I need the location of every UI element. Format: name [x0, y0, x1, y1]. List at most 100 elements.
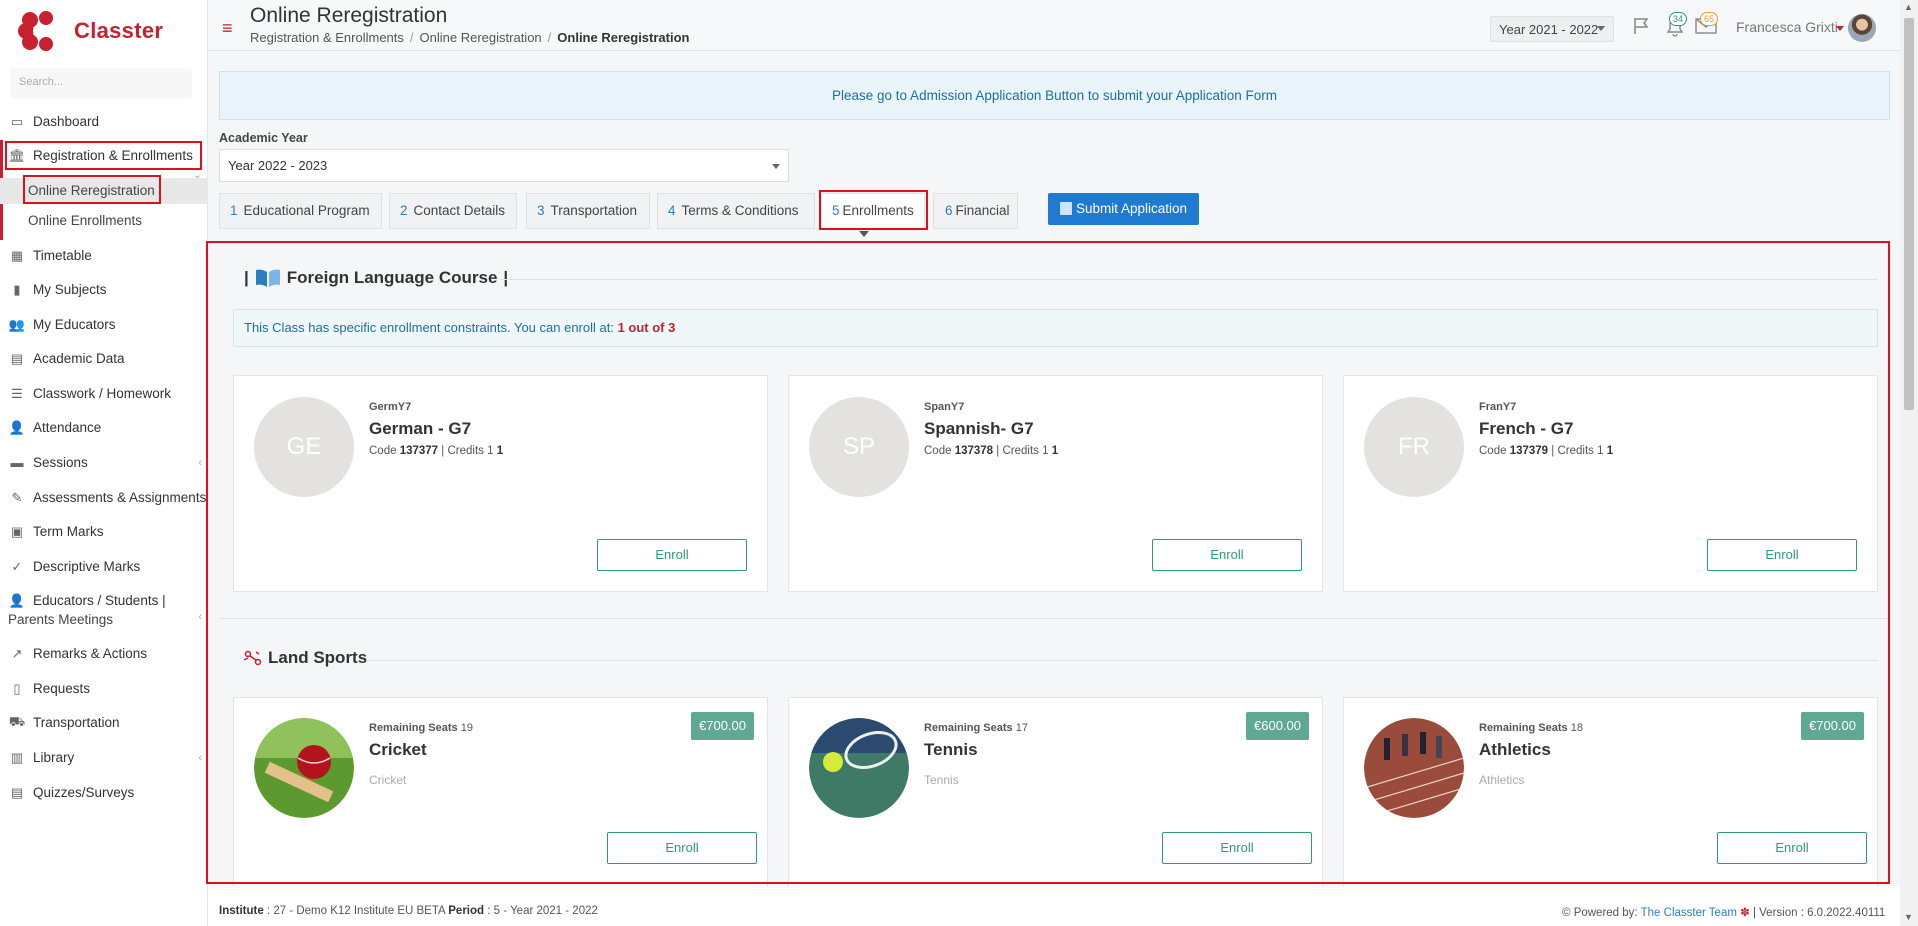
classter-logo-icon: [18, 11, 53, 51]
remarks-icon: ↗: [11, 645, 23, 661]
course-meta: Code 137378 | Credits 1 1: [924, 445, 1059, 457]
activity-card-cricket: Remaining Seats 19 Cricket Cricket €700.…: [233, 697, 768, 897]
course-meta: Code 137377 | Credits 1 1: [369, 445, 504, 457]
classter-team-link[interactable]: The Classter Team: [1641, 907, 1737, 919]
flag-icon[interactable]: [1632, 16, 1652, 36]
tab-financial[interactable]: 6 Financial: [933, 193, 1018, 229]
open-book-icon: [255, 269, 280, 287]
sidebar-item-academic-data[interactable]: ▤ Academic Data: [0, 350, 208, 367]
sidebar-item-transportation[interactable]: ⛟ Transportation: [0, 713, 208, 731]
sidebar-item-attendance[interactable]: 👤 Attendance: [0, 420, 208, 436]
divider: [366, 660, 1878, 661]
activity-name: Athletics: [1479, 740, 1551, 759]
copyright-icon: ©: [1562, 907, 1571, 919]
enroll-button[interactable]: Enroll: [1162, 832, 1312, 864]
caret-down-icon: [772, 164, 780, 169]
scroll-down-icon[interactable]: ▼: [1904, 912, 1913, 922]
bus-icon: ⛟: [8, 713, 26, 729]
list-icon: ☰: [11, 385, 23, 401]
sidebar-item-remarks[interactable]: ↗ Remarks & Actions: [0, 645, 208, 662]
sidebar-item-timetable[interactable]: ▦ Timetable: [0, 248, 208, 264]
enroll-button[interactable]: Enroll: [1152, 539, 1302, 571]
enrollment-constraint-notice: This Class has specific enrollment const…: [233, 309, 1878, 347]
sidebar-item-online-reregistration[interactable]: Online Reregistration: [0, 178, 208, 204]
course-meta: Code 137379 | Credits 1 1: [1479, 445, 1614, 457]
sports-icon: [243, 650, 262, 666]
users-icon: 👥: [8, 316, 26, 332]
book-icon: ▮: [13, 281, 21, 297]
enroll-button[interactable]: Enroll: [597, 539, 747, 571]
sidebar-item-descriptive-marks[interactable]: ✓ Descriptive Marks: [0, 558, 208, 575]
tab-enrollments[interactable]: 5 Enrollments: [821, 193, 925, 229]
academic-year-select[interactable]: Year 2022 - 2023: [219, 149, 789, 182]
price-badge: €700.00: [1801, 712, 1864, 740]
scroll-up-icon[interactable]: ▲: [1904, 2, 1913, 12]
cricket-image: [254, 718, 354, 818]
document-icon: ▯: [13, 680, 21, 696]
sidebar-item-assessments[interactable]: ✎ Assessments & Assignments: [0, 490, 208, 506]
footer-version: © Powered by: The Classter Team ✽ | Vers…: [1562, 907, 1886, 919]
enroll-button[interactable]: Enroll: [1717, 832, 1867, 864]
user-name[interactable]: Francesca Grixti: [1736, 19, 1838, 35]
breadcrumb-item[interactable]: Online Reregistration: [420, 30, 542, 45]
breadcrumb-item[interactable]: Registration & Enrollments: [250, 30, 404, 45]
sidebar-item-meetings[interactable]: 👤 Educators / Students | ‹: [0, 592, 208, 624]
institution-icon: 🏛: [8, 147, 26, 163]
sidebar-item-my-subjects[interactable]: ▮ My Subjects: [0, 281, 208, 298]
sidebar-item-term-marks[interactable]: ▣ Term Marks: [0, 524, 208, 540]
laptop-icon: ▭: [10, 113, 24, 129]
sidebar-item-quizzes[interactable]: ▤ Quizzes/Surveys: [0, 785, 208, 801]
chevron-left-icon: ‹: [198, 751, 202, 764]
price-badge: €700.00: [691, 712, 754, 740]
scrollbar-thumb[interactable]: [1904, 18, 1914, 410]
divider: [500, 279, 1878, 280]
activity-name: Cricket: [369, 740, 427, 759]
marks-icon: ✓: [11, 558, 23, 574]
remaining-seats: Remaining Seats 17: [924, 722, 1028, 734]
sidebar-item-meetings-line2[interactable]: Parents Meetings: [0, 611, 208, 629]
caret-down-icon: [1597, 26, 1605, 31]
user-caret-icon[interactable]: [1836, 26, 1844, 31]
classter-small-icon: ✽: [1740, 907, 1750, 919]
sidebar: Classter Search... ▭ Dashboard 🏛 Registrat…: [0, 0, 208, 926]
tab-educational-program[interactable]: 1 Educational Program: [219, 193, 382, 229]
hamburger-menu-icon[interactable]: ≡: [222, 19, 233, 37]
sidebar-item-my-educators[interactable]: 👥 My Educators: [0, 316, 208, 333]
activity-name: Tennis: [924, 740, 978, 759]
search-input[interactable]: Search...: [10, 68, 192, 98]
course-initials-avatar: GE: [254, 397, 354, 497]
academic-year-label: Academic Year: [219, 131, 308, 145]
breadcrumb: Registration & Enrollments / Online Reregi…: [250, 30, 690, 45]
footer-info: Institute : 27 - Demo K12 Institute EU B…: [219, 905, 598, 917]
chart-icon: ▤: [10, 350, 24, 366]
enroll-button[interactable]: Enroll: [1707, 539, 1857, 571]
classter-logo[interactable]: Classter: [18, 8, 163, 54]
sidebar-item-registration[interactable]: 🏛 Registration & Enrollments ⌄: [0, 147, 208, 182]
tab-transportation[interactable]: 3 Transportation: [526, 193, 650, 229]
meeting-icon: 👤: [8, 592, 26, 608]
chevron-left-icon: ‹: [198, 456, 202, 469]
course-card-spanish: SP SpanY7 Spannish- G7 Code 137378 | Cre…: [788, 375, 1323, 592]
active-tab-indicator: [859, 231, 869, 237]
sidebar-item-classwork[interactable]: ☰ Classwork / Homework: [0, 385, 208, 402]
submit-application-button[interactable]: Submit Application: [1048, 193, 1199, 225]
sidebar-item-library[interactable]: ▥ Library ‹: [0, 749, 208, 766]
library-icon: ▥: [10, 749, 24, 765]
enroll-button[interactable]: Enroll: [607, 832, 757, 864]
sidebar-item-requests[interactable]: ▯ Requests: [0, 680, 208, 697]
avatar[interactable]: [1848, 14, 1876, 42]
course-short-code: GermY7: [369, 401, 412, 413]
sidebar-item-dashboard[interactable]: ▭ Dashboard: [0, 113, 208, 130]
activity-description: Cricket: [369, 773, 407, 787]
sidebar-item-sessions[interactable]: ▬ Sessions ‹: [0, 455, 208, 470]
tab-terms-conditions[interactable]: 4 Terms & Conditions: [657, 193, 815, 229]
tab-contact-details[interactable]: 2 Contact Details: [389, 193, 517, 229]
messages-badge: 65: [1700, 12, 1719, 26]
remaining-seats: Remaining Seats 18: [1479, 722, 1583, 734]
page-scrollbar[interactable]: ▲ ▼: [1900, 0, 1918, 926]
sidebar-item-online-enrollments[interactable]: Online Enrollments: [0, 211, 208, 231]
course-initials-avatar: FR: [1364, 397, 1464, 497]
course-card-german: GE GermY7 German - G7 Code 137377 | Cred…: [233, 375, 768, 592]
period-select[interactable]: Year 2021 - 2022: [1490, 16, 1614, 42]
activity-description: Tennis: [924, 773, 959, 787]
